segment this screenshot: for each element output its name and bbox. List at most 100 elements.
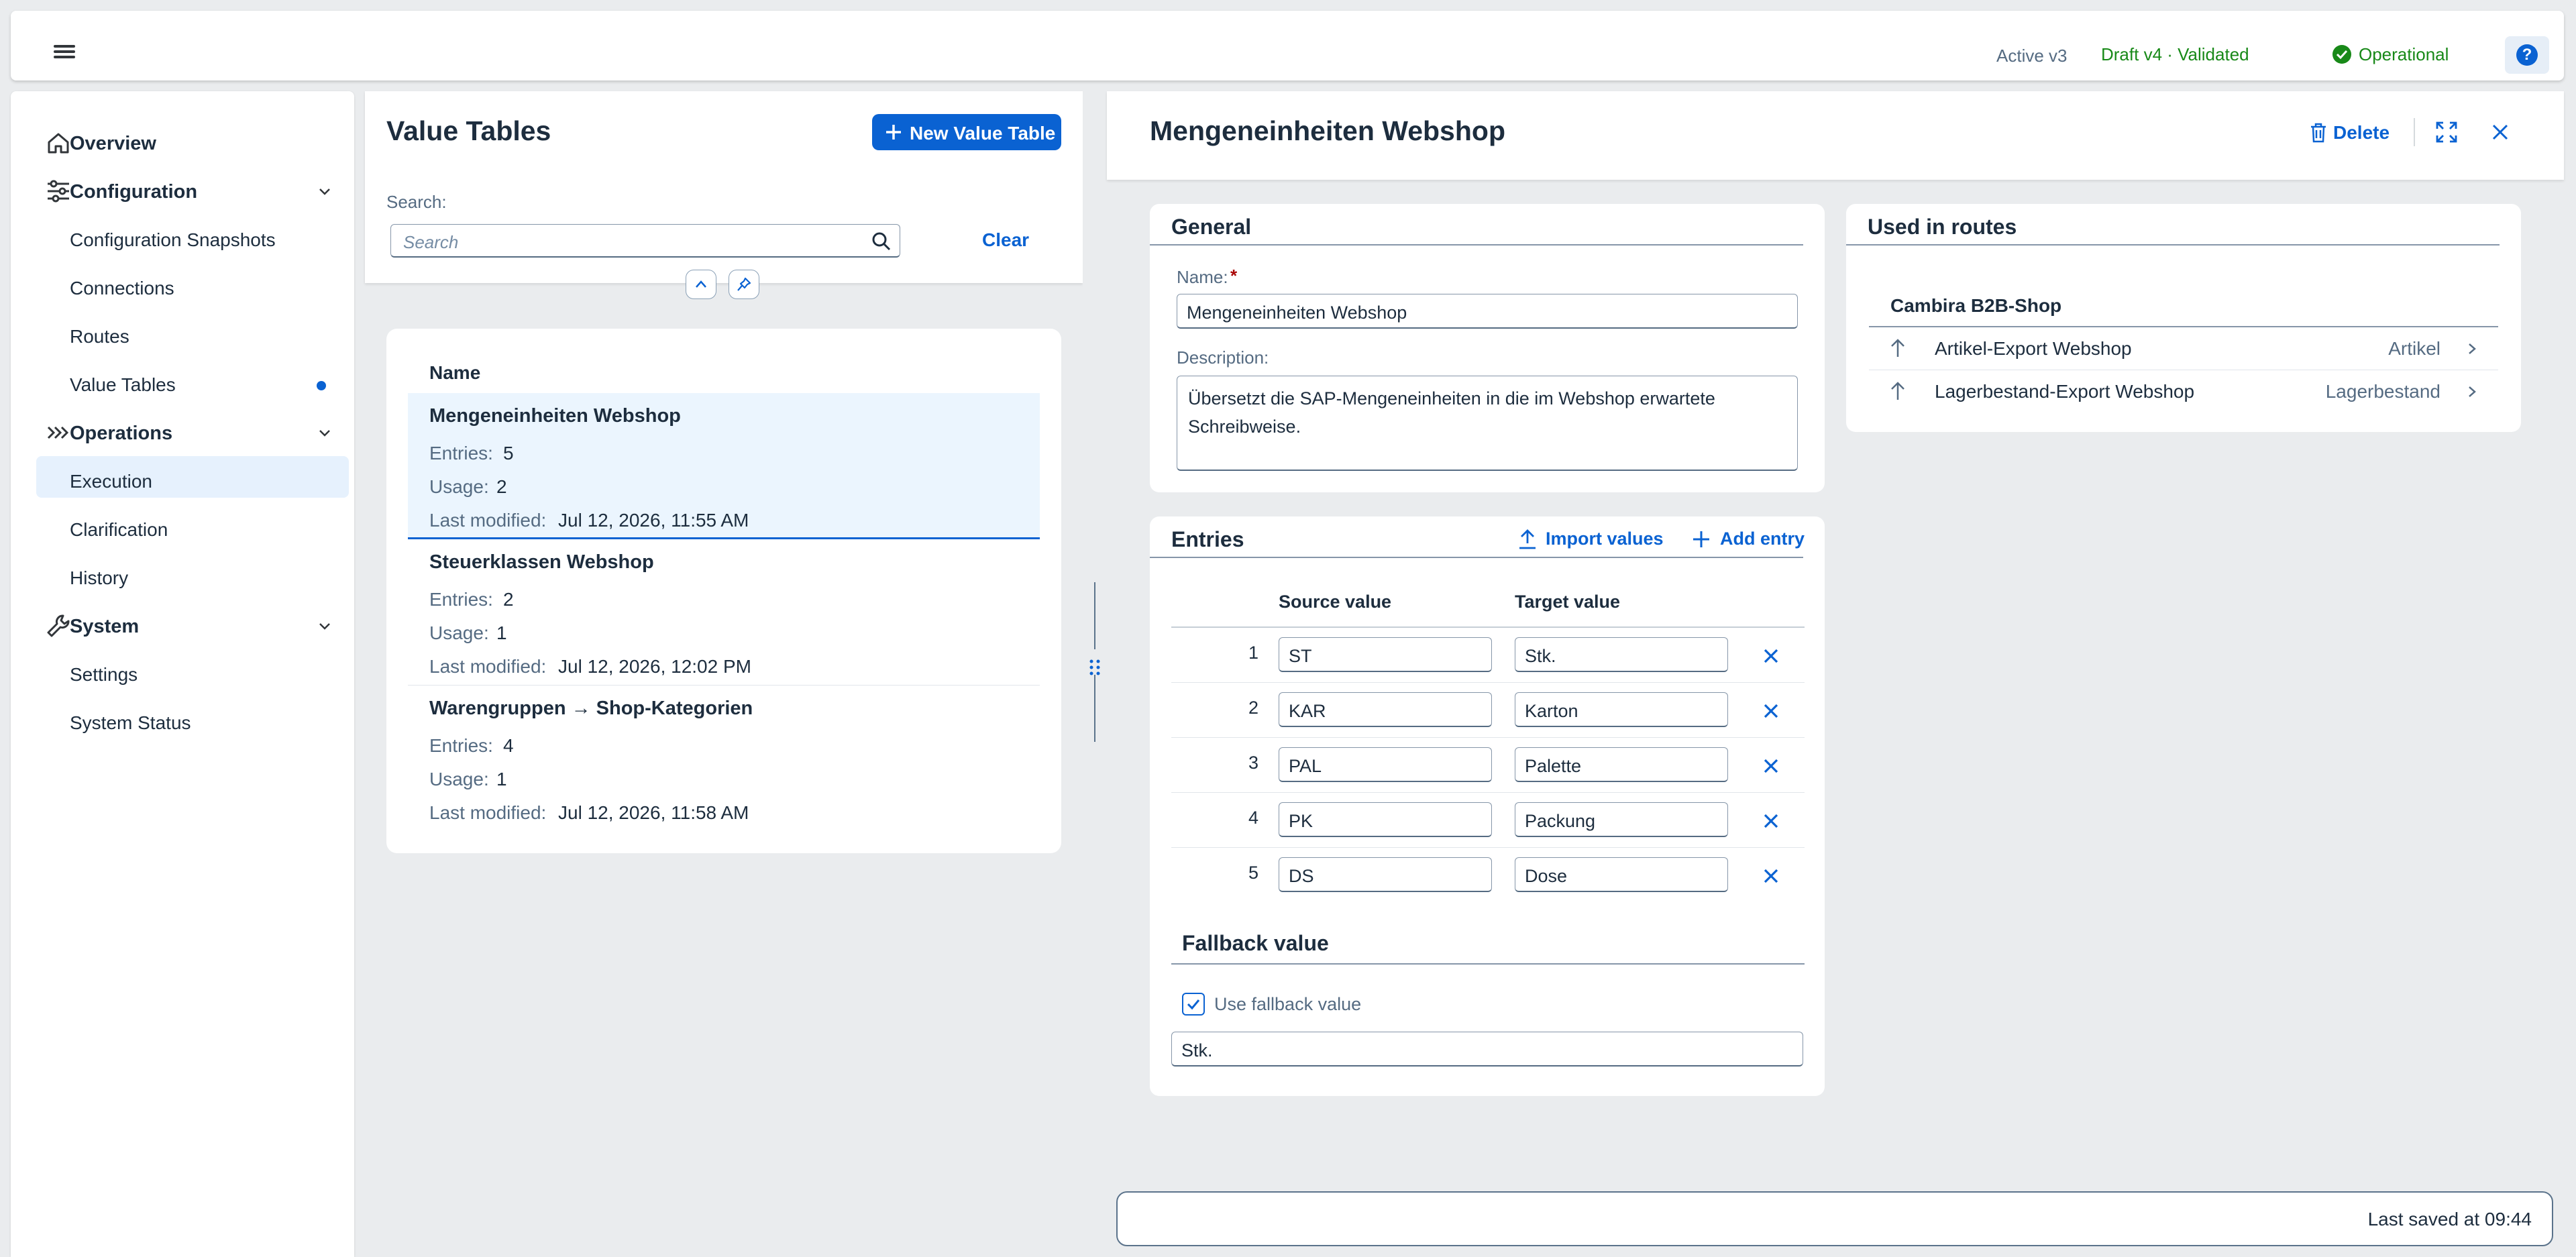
source-value-input[interactable]: KAR (1279, 692, 1492, 727)
use-fallback-label[interactable]: Use fallback value (1214, 994, 1361, 1015)
nav-history[interactable]: History (70, 567, 128, 589)
remove-entry-icon[interactable] (1763, 868, 1779, 884)
nav-connections[interactable]: Connections (70, 278, 174, 299)
nav-clarification[interactable]: Clarification (70, 519, 168, 541)
selected-indicator (317, 381, 326, 390)
import-values-button[interactable]: Import values (1517, 525, 1668, 554)
entry-row: 2 KAR Karton (1171, 683, 1805, 738)
splitter-line (1094, 582, 1095, 649)
checkmark-icon (1187, 999, 1200, 1010)
nav-system[interactable]: System (70, 616, 139, 638)
fallback-title: Fallback value (1182, 931, 1329, 955)
pin-icon (737, 277, 751, 291)
general-title: General (1171, 215, 1252, 239)
routes-group-title: Cambira B2B-Shop (1890, 295, 2062, 316)
list-header: Value Tables New Value Table Search: Sea… (365, 91, 1083, 299)
entries-title: Entries (1171, 527, 1244, 551)
list-title: Value Tables (386, 115, 551, 146)
entry-row: 5 DS Dose (1171, 848, 1805, 903)
remove-entry-icon[interactable] (1763, 648, 1779, 664)
general-panel: General Name: * Mengeneinheiten Webshop … (1150, 204, 1825, 492)
section-line (1171, 963, 1805, 965)
fullscreen-icon[interactable] (2435, 121, 2458, 144)
target-value-input[interactable]: Palette (1515, 747, 1728, 782)
target-value-input[interactable]: Karton (1515, 692, 1728, 727)
nav-overview[interactable]: Overview (70, 133, 156, 155)
name-field[interactable]: Mengeneinheiten Webshop (1177, 294, 1798, 329)
fallback-value-input[interactable]: Stk. (1171, 1032, 1803, 1067)
wrench-icon (47, 614, 70, 637)
shell-bar: Active v3 Draft v4 · Validated Operation… (11, 11, 2564, 80)
arrow-up-icon (1891, 382, 1904, 400)
chevron-down-icon[interactable] (318, 620, 331, 633)
used-in-routes-panel: Used in routes Cambira B2B-Shop Artikel-… (1846, 204, 2521, 432)
add-icon (1693, 531, 1709, 547)
collapse-header-button[interactable] (686, 270, 716, 299)
nav-configuration[interactable]: Configuration (70, 181, 197, 203)
description-field[interactable]: Übersetzt die SAP-Mengeneinheiten in die… (1177, 376, 1798, 471)
column-splitter[interactable] (1083, 91, 1107, 1257)
target-value-input[interactable]: Packung (1515, 802, 1728, 837)
search-label: Search: (386, 192, 447, 212)
column-header-name: Name (429, 362, 481, 383)
nav-routes[interactable]: Routes (70, 326, 129, 347)
clear-button[interactable]: Clear (982, 229, 1029, 251)
remove-entry-icon[interactable] (1763, 813, 1779, 829)
route-row[interactable]: Lagerbestand-Export Webshop Lagerbestand (1869, 370, 2498, 413)
nav-value-tables[interactable]: Value Tables (70, 374, 176, 396)
add-entry-button[interactable]: Add entry (1692, 525, 1813, 554)
use-fallback-checkbox[interactable] (1182, 993, 1205, 1016)
entry-row: 3 PAL Palette (1171, 738, 1805, 793)
help-button[interactable]: ? (2505, 36, 2549, 74)
pin-header-button[interactable] (729, 270, 759, 299)
nav-operations[interactable]: Operations (70, 423, 172, 445)
column-header-source: Source value (1279, 592, 1392, 612)
entries-panel: Entries Import values Add entry Source v… (1150, 516, 1825, 1096)
trash-icon (2311, 123, 2326, 143)
success-icon (2332, 45, 2351, 64)
nav-execution[interactable]: Execution (70, 471, 152, 492)
description-label: Description: (1177, 347, 1269, 368)
routes-title: Used in routes (1868, 215, 2017, 239)
home-icon (48, 133, 69, 154)
menu-icon[interactable] (54, 45, 75, 58)
required-indicator: * (1230, 266, 1238, 286)
nav-configuration-snapshots[interactable]: Configuration Snapshots (70, 229, 276, 251)
header-divider (2414, 118, 2415, 146)
operations-icon (47, 426, 69, 439)
new-value-table-button[interactable]: New Value Table (872, 114, 1061, 150)
target-value-input[interactable]: Dose (1515, 857, 1728, 892)
arrow-up-icon (1891, 339, 1904, 357)
search-icon[interactable] (871, 231, 892, 252)
remove-entry-icon[interactable] (1763, 758, 1779, 774)
source-value-input[interactable]: PAL (1279, 747, 1492, 782)
chevron-down-icon[interactable] (318, 427, 331, 440)
upload-icon (1519, 529, 1536, 549)
section-line (1150, 244, 1803, 245)
status-label: Operational (2359, 44, 2449, 64)
section-line (1846, 244, 2500, 245)
target-value-input[interactable]: Stk. (1515, 637, 1728, 672)
grip-icon[interactable] (1088, 659, 1102, 676)
remove-entry-icon[interactable] (1763, 703, 1779, 719)
value-tables-table: Name Mengeneinheiten Webshop Entries: 5 … (386, 329, 1061, 853)
last-saved-text: Last saved at 09:44 (2367, 1209, 2532, 1229)
table-row[interactable]: Mengeneinheiten Webshop Entries: 5 Usage… (408, 393, 1040, 539)
search-input[interactable]: Search (390, 224, 900, 258)
draft-version-label: Draft v4 · Validated (2101, 44, 2249, 64)
nav-settings[interactable]: Settings (70, 664, 138, 686)
source-value-input[interactable]: DS (1279, 857, 1492, 892)
delete-button[interactable]: Delete (2306, 118, 2400, 148)
close-icon[interactable] (2491, 123, 2509, 141)
route-row[interactable]: Artikel-Export Webshop Artikel (1869, 327, 2498, 370)
table-row[interactable]: Warengruppen → Shop-Kategorien Entries: … (408, 686, 1040, 832)
help-icon: ? (2516, 44, 2538, 66)
entry-row: 4 PK Packung (1171, 793, 1805, 848)
nav-system-status[interactable]: System Status (70, 712, 191, 734)
table-row[interactable]: Steuerklassen Webshop Entries: 2 Usage: … (408, 539, 1040, 686)
chevron-down-icon[interactable] (318, 185, 331, 199)
detail-column: Mengeneinheiten Webshop Delete General N… (1107, 91, 2564, 1257)
source-value-input[interactable]: PK (1279, 802, 1492, 837)
entry-row: 1 ST Stk. (1171, 628, 1805, 683)
source-value-input[interactable]: ST (1279, 637, 1492, 672)
